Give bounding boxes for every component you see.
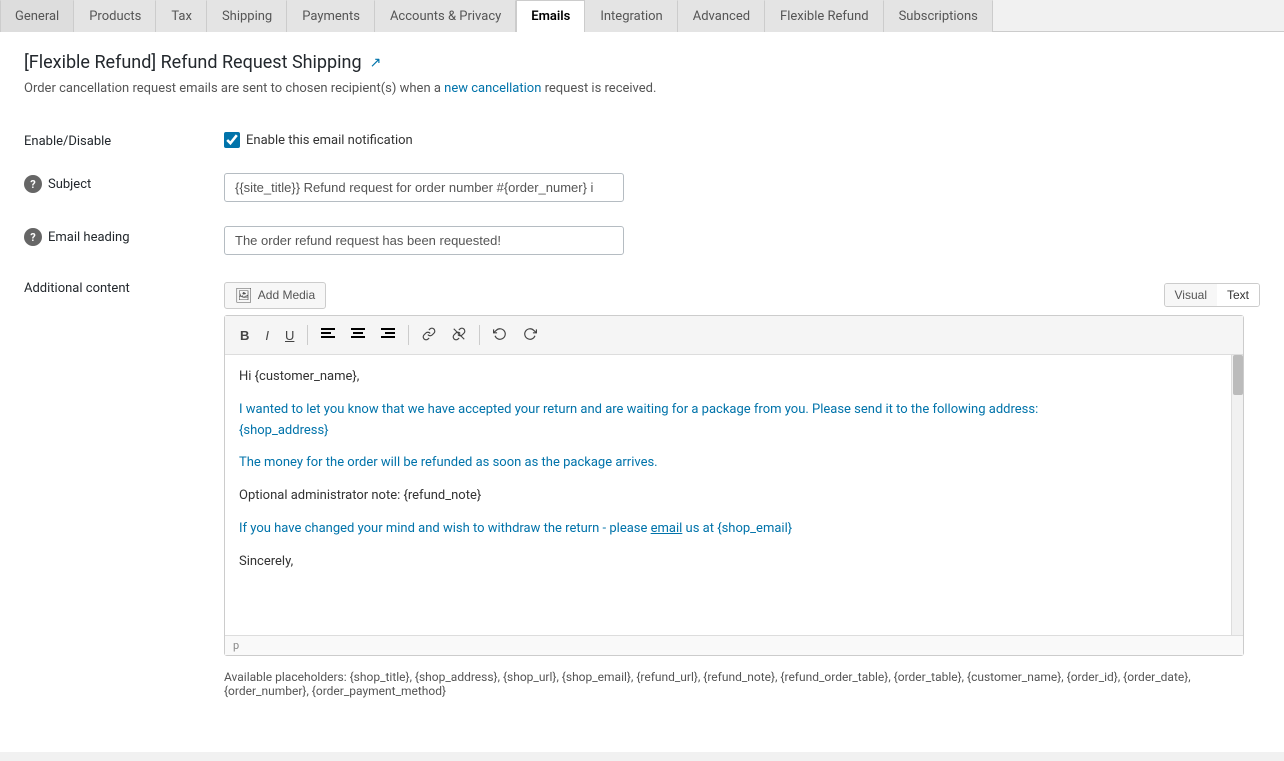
enable-checkbox[interactable] [224, 132, 240, 148]
tab-advanced[interactable]: Advanced [678, 0, 765, 32]
tab-tax[interactable]: Tax [156, 0, 207, 32]
settings-tabs: GeneralProductsTaxShippingPaymentsAccoun… [0, 0, 1284, 32]
subject-help-icon[interactable]: ? [24, 175, 42, 193]
tab-flexible-refund[interactable]: Flexible Refund [765, 0, 884, 32]
tab-payments[interactable]: Payments [287, 0, 375, 32]
subject-input[interactable] [224, 173, 624, 202]
page-description: Order cancellation request emails are se… [24, 81, 1260, 96]
main-content: [Flexible Refund] Refund Request Shippin… [0, 32, 1284, 752]
visual-tab[interactable]: Visual [1165, 284, 1217, 306]
editor-p6: Sincerely, [239, 552, 1229, 573]
page-title: [Flexible Refund] Refund Request Shippin… [24, 52, 1260, 73]
add-media-label: Add Media [258, 288, 315, 302]
page-title-link[interactable]: ↗ [370, 55, 382, 71]
editor-content-wrapper: Hi {customer_name}, I wanted to let you … [225, 355, 1243, 635]
tab-accounts-privacy[interactable]: Accounts & Privacy [375, 0, 516, 32]
bold-button[interactable]: B [233, 324, 256, 347]
align-center-button[interactable] [344, 323, 372, 347]
enable-disable-label: Enable/Disable [24, 134, 111, 149]
align-right-button[interactable] [374, 323, 402, 347]
email-heading-help-icon[interactable]: ? [24, 228, 42, 246]
italic-button[interactable]: I [258, 324, 276, 347]
editor-top-bar: 🖼 Add Media Visual Text [224, 279, 1260, 311]
toolbar-sep-1 [307, 325, 308, 345]
link-button[interactable] [415, 322, 443, 348]
new-link[interactable]: new cancellation [444, 81, 541, 96]
tab-products[interactable]: Products [74, 0, 156, 32]
enable-checkbox-label[interactable]: Enable this email notification [224, 132, 1260, 148]
tab-shipping[interactable]: Shipping [207, 0, 287, 32]
editor-content-area[interactable]: Hi {customer_name}, I wanted to let you … [225, 355, 1243, 635]
tab-subscriptions[interactable]: Subscriptions [884, 0, 993, 32]
editor-status-bar: p [225, 635, 1243, 655]
editor-p4: Optional administrator note: {refund_not… [239, 486, 1229, 507]
underline-button[interactable]: U [278, 324, 301, 347]
editor-scrollbar-thumb[interactable] [1233, 355, 1243, 395]
tab-general[interactable]: General [0, 0, 74, 32]
form-table: Enable/Disable Enable this email notific… [24, 120, 1260, 716]
enable-disable-row: Enable/Disable Enable this email notific… [24, 120, 1260, 161]
unlink-button[interactable] [445, 322, 473, 348]
email-heading-label: Email heading [48, 230, 130, 245]
placeholders-text: Available placeholders: {shop_title}, {s… [224, 670, 1191, 698]
page-title-text: [Flexible Refund] Refund Request Shippin… [24, 52, 362, 73]
editor-mode-tabs: Visual Text [1164, 283, 1260, 307]
subject-label: Subject [48, 177, 91, 192]
align-left-button[interactable] [314, 323, 342, 347]
editor-status-text: p [233, 639, 239, 652]
editor-p5: If you have changed your mind and wish t… [239, 519, 1229, 540]
add-media-button[interactable]: 🖼 Add Media [224, 282, 326, 309]
tab-emails[interactable]: Emails [516, 0, 585, 32]
tab-integration[interactable]: Integration [585, 0, 677, 32]
text-tab[interactable]: Text [1217, 284, 1259, 306]
undo-button[interactable] [486, 322, 514, 348]
editor-p2: I wanted to let you know that we have ac… [239, 400, 1229, 442]
editor-p3: The money for the order will be refunded… [239, 453, 1229, 474]
editor-scrollbar[interactable] [1231, 355, 1243, 635]
toolbar-sep-3 [479, 325, 480, 345]
enable-checkbox-text: Enable this email notification [246, 133, 413, 148]
subject-row: ? Subject [24, 161, 1260, 214]
editor-wrapper: B I U [224, 315, 1244, 656]
placeholders-section: Available placeholders: {shop_title}, {s… [224, 656, 1244, 704]
additional-content-label: Additional content [24, 281, 130, 296]
toolbar-sep-2 [408, 325, 409, 345]
redo-button[interactable] [516, 322, 544, 348]
email-heading-row: ? Email heading [24, 214, 1260, 267]
add-media-icon: 🖼 [235, 287, 253, 304]
email-heading-input[interactable] [224, 226, 624, 255]
editor-toolbar: B I U [225, 316, 1243, 355]
editor-p1: Hi {customer_name}, [239, 367, 1229, 388]
additional-content-row: Additional content 🖼 Add Media Visual Te… [24, 267, 1260, 716]
